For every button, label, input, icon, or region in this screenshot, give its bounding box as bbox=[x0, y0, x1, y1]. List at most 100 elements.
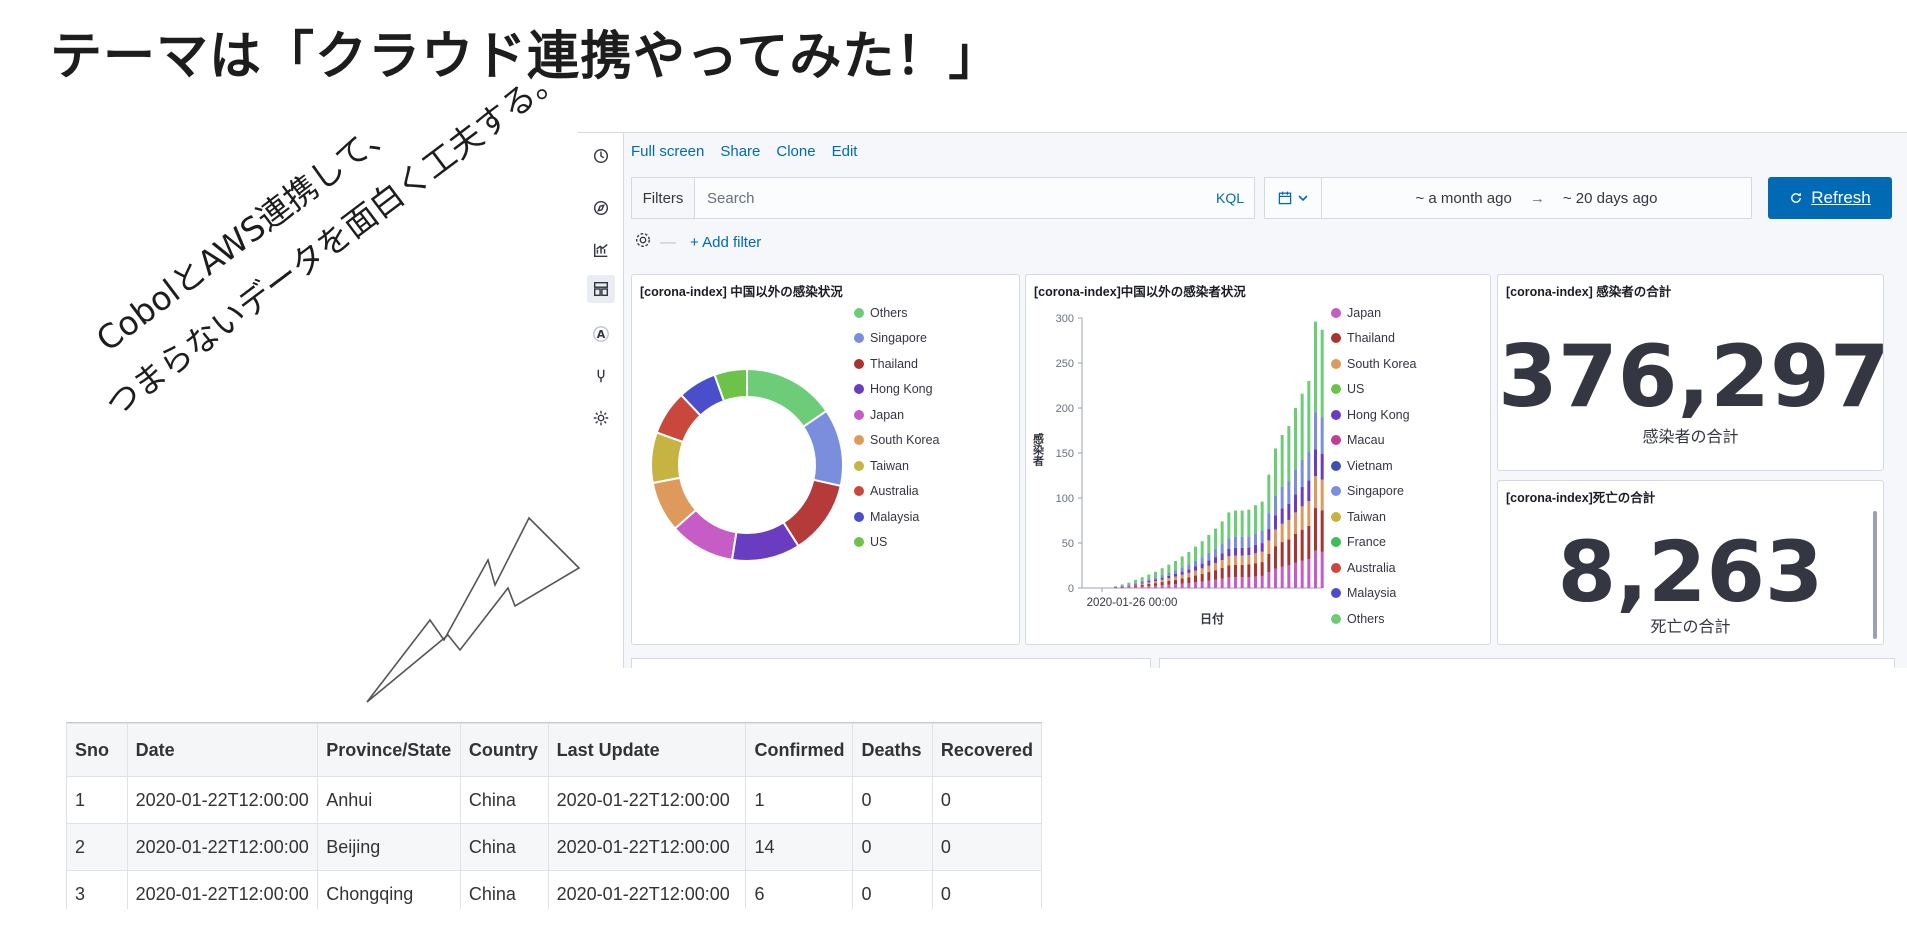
bar-segment[interactable] bbox=[1194, 546, 1197, 561]
bar-segment[interactable] bbox=[1134, 579, 1137, 583]
bar-segment[interactable] bbox=[1147, 580, 1151, 583]
bar-segment[interactable] bbox=[1180, 571, 1184, 575]
bar-segment[interactable] bbox=[1200, 573, 1204, 582]
bar-segment[interactable] bbox=[1240, 564, 1244, 578]
bar-segment[interactable] bbox=[1254, 553, 1257, 564]
clock-icon[interactable] bbox=[590, 145, 612, 167]
bar-segment[interactable] bbox=[1234, 555, 1237, 565]
bar-legend-item[interactable]: US bbox=[1331, 377, 1417, 403]
bar-segment[interactable] bbox=[1167, 575, 1171, 579]
bar-segment[interactable] bbox=[1294, 469, 1297, 495]
bar-segment[interactable] bbox=[1127, 587, 1131, 588]
donut-legend-item[interactable]: US bbox=[854, 530, 940, 556]
bar-segment[interactable] bbox=[1140, 583, 1144, 585]
bar-segment[interactable] bbox=[1180, 583, 1184, 588]
bar-segment[interactable] bbox=[1167, 572, 1171, 576]
bar-segment[interactable] bbox=[1267, 553, 1271, 573]
bar-segment[interactable] bbox=[1207, 572, 1211, 581]
bar-segment[interactable] bbox=[1207, 565, 1211, 573]
bar-segment[interactable] bbox=[1320, 510, 1324, 552]
bar-segment[interactable] bbox=[1287, 519, 1291, 540]
donut-legend-item[interactable]: Singapore bbox=[854, 326, 940, 352]
bar-segment[interactable] bbox=[1320, 453, 1324, 480]
bar-segment[interactable] bbox=[1267, 540, 1271, 554]
bar-segment[interactable] bbox=[1260, 575, 1264, 588]
bar-segment[interactable] bbox=[1187, 577, 1191, 583]
bar-segment[interactable] bbox=[1207, 534, 1211, 553]
bar-segment[interactable] bbox=[1227, 577, 1231, 588]
bar-segment[interactable] bbox=[1160, 574, 1164, 578]
bar-segment[interactable] bbox=[1207, 580, 1211, 588]
bar-segment[interactable] bbox=[1120, 586, 1124, 587]
filters-button[interactable]: Filters bbox=[632, 178, 695, 218]
bar-segment[interactable] bbox=[1227, 512, 1231, 539]
bar-segment[interactable] bbox=[1147, 583, 1151, 587]
bar-segment[interactable] bbox=[1194, 582, 1197, 588]
bar-segment[interactable] bbox=[1274, 529, 1277, 547]
donut-legend-item[interactable]: Malaysia bbox=[854, 504, 940, 530]
bar-segment[interactable] bbox=[1154, 585, 1157, 588]
bar-segment[interactable] bbox=[1267, 572, 1271, 588]
bar-segment[interactable] bbox=[1200, 568, 1204, 574]
donut-legend-item[interactable]: Hong Kong bbox=[854, 377, 940, 403]
bar-segment[interactable] bbox=[1174, 561, 1177, 571]
bar-segment[interactable] bbox=[1280, 487, 1284, 509]
bar-segment[interactable] bbox=[1120, 584, 1124, 586]
bar-segment[interactable] bbox=[1227, 538, 1231, 549]
bar-segment[interactable] bbox=[1227, 565, 1231, 578]
bar-segment[interactable] bbox=[1320, 417, 1324, 454]
bar-segment[interactable] bbox=[1314, 321, 1317, 413]
bar-segment[interactable] bbox=[1207, 552, 1211, 561]
bar-segment[interactable] bbox=[1240, 510, 1244, 537]
bar-segment[interactable] bbox=[1280, 542, 1284, 567]
bar-segment[interactable] bbox=[1300, 486, 1304, 507]
bar-segment[interactable] bbox=[1127, 586, 1131, 588]
bar-segment[interactable] bbox=[1240, 547, 1244, 556]
bar-legend-item[interactable]: France bbox=[1331, 530, 1417, 556]
bar-segment[interactable] bbox=[1274, 546, 1277, 569]
bar-segment[interactable] bbox=[1120, 585, 1124, 587]
bar-segment[interactable] bbox=[1247, 536, 1251, 548]
bar-segment[interactable] bbox=[1180, 567, 1184, 572]
bar-legend-item[interactable]: Japan bbox=[1331, 300, 1417, 326]
bar-segment[interactable] bbox=[1154, 581, 1157, 584]
bar-segment[interactable] bbox=[1174, 579, 1177, 585]
bar-segment[interactable] bbox=[1294, 534, 1297, 563]
bar-segment[interactable] bbox=[1220, 568, 1224, 579]
bar-legend-item[interactable]: Hong Kong bbox=[1331, 402, 1417, 428]
bar-segment[interactable] bbox=[1167, 584, 1171, 588]
bar-segment[interactable] bbox=[1267, 513, 1271, 530]
bar-segment[interactable] bbox=[1287, 426, 1291, 482]
stacked-bar-chart[interactable]: 0 50 100 150 200 250 300 感染者 2020-01-26 00:00 日付 bbox=[1026, 300, 1326, 640]
bar-segment[interactable] bbox=[1200, 541, 1204, 558]
canvas-icon[interactable]: A bbox=[590, 323, 612, 345]
bar-segment[interactable] bbox=[1307, 381, 1311, 452]
bar-segment[interactable] bbox=[1154, 583, 1157, 586]
bar-segment[interactable] bbox=[1300, 459, 1304, 487]
bar-segment[interactable] bbox=[1294, 512, 1297, 534]
bar-segment[interactable] bbox=[1267, 529, 1271, 541]
bar-legend-item[interactable]: Malaysia bbox=[1331, 581, 1417, 607]
bar-segment[interactable] bbox=[1240, 555, 1244, 565]
bar-segment[interactable] bbox=[1294, 494, 1297, 513]
bar-segment[interactable] bbox=[1260, 543, 1264, 552]
compass-icon[interactable] bbox=[590, 197, 612, 219]
bar-segment[interactable] bbox=[1307, 525, 1311, 560]
donut-slice[interactable] bbox=[801, 409, 844, 488]
bar-segment[interactable] bbox=[1140, 577, 1144, 581]
bar-segment[interactable] bbox=[1134, 585, 1137, 587]
bar-segment[interactable] bbox=[1127, 585, 1131, 587]
bar-segment[interactable] bbox=[1220, 560, 1224, 569]
bar-segment[interactable] bbox=[1140, 582, 1144, 584]
bar-segment[interactable] bbox=[1214, 548, 1217, 558]
bar-segment[interactable] bbox=[1220, 521, 1224, 545]
bar-segment[interactable] bbox=[1167, 578, 1171, 581]
bar-segment[interactable] bbox=[1114, 586, 1117, 588]
bar-segment[interactable] bbox=[1214, 557, 1217, 564]
bar-segment[interactable] bbox=[1307, 559, 1311, 588]
bar-segment[interactable] bbox=[1147, 579, 1151, 581]
bar-segment[interactable] bbox=[1234, 510, 1237, 537]
bar-segment[interactable] bbox=[1287, 565, 1291, 588]
bar-segment[interactable] bbox=[1247, 547, 1251, 556]
bar-segment[interactable] bbox=[1260, 501, 1264, 531]
